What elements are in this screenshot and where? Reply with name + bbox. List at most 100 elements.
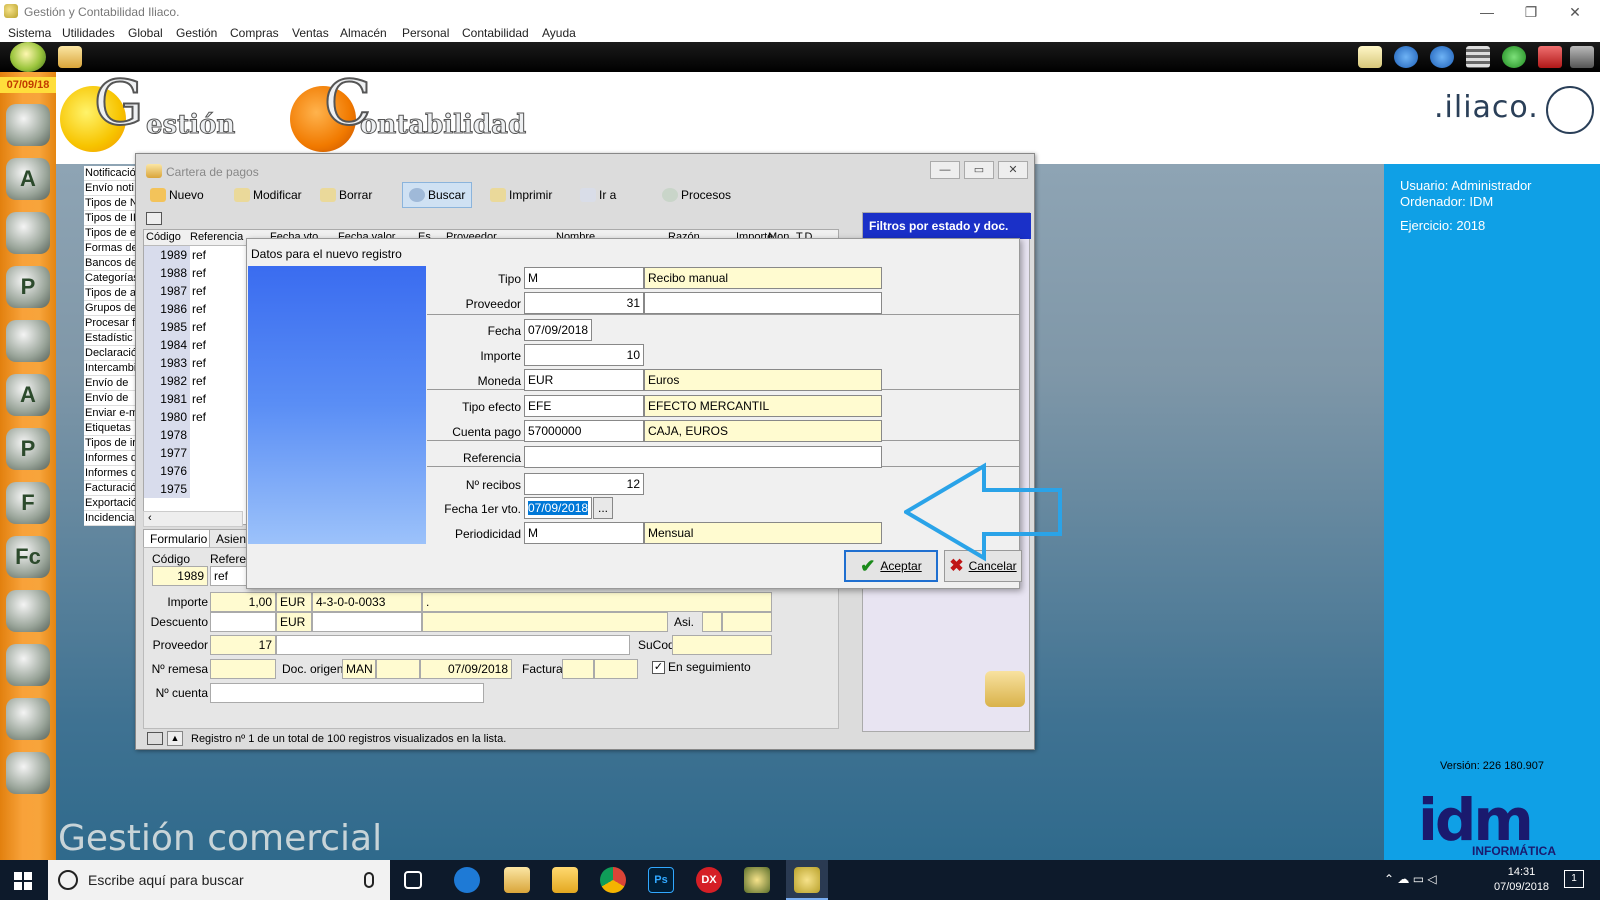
background-list-item[interactable]: Bancos de [84,256,136,271]
document-fc-icon[interactable]: Fc [6,536,50,578]
importe-field[interactable]: 1,00 [210,592,276,612]
document-f-icon[interactable]: F [6,482,50,524]
procesos-button[interactable]: Procesos [662,182,731,208]
restore-button[interactable]: ❐ [1508,2,1554,22]
background-list-item[interactable]: Incidencia [84,511,136,526]
menu-personal[interactable]: Personal [402,26,449,40]
cuenta-pago-field[interactable]: 57000000 [524,420,644,442]
codigo-field[interactable]: 1989 [152,566,208,586]
factura-field-2[interactable] [594,659,638,679]
ir-a-button[interactable]: Ir a [580,182,616,208]
menu-almacen[interactable]: Almacén [340,26,387,40]
background-list-item[interactable]: Tipos de ir [84,436,136,451]
periodicidad-field[interactable]: M [524,522,644,544]
background-list-item[interactable]: Estadístic [84,331,136,346]
person-icon[interactable] [6,212,50,254]
persons-icon[interactable] [6,320,50,362]
cartera-close-button[interactable]: ✕ [998,161,1028,179]
referencia-field[interactable]: ref [210,566,248,586]
background-list-item[interactable]: Envío de [84,376,136,391]
background-list-item[interactable]: Enviar e-m [84,406,136,421]
background-list-item[interactable]: Tipos de II [84,211,136,226]
contabilidad-app-icon[interactable] [744,867,770,893]
background-list-item[interactable]: Intercambi [84,361,136,376]
person-a-icon[interactable]: A [6,374,50,416]
buscar-button[interactable]: Buscar [402,182,473,208]
notebook-icon[interactable] [6,698,50,740]
fecha-vto-field[interactable]: 07/09/2018 [524,497,592,519]
catalog-a-icon[interactable]: A [6,158,50,200]
close-app-icon[interactable] [1538,46,1562,68]
menu-contabilidad[interactable]: Contabilidad [462,26,529,40]
scroll-left-icon[interactable]: ‹ [148,512,152,524]
minimize-button[interactable]: — [1464,2,1510,22]
asi-field-1[interactable] [702,612,722,632]
background-list-item[interactable]: Procesar f [84,316,136,331]
descuento-moneda-field[interactable]: EUR [276,612,312,632]
background-list-item[interactable]: Categorías [84,271,136,286]
proveedor-field[interactable]: 17 [210,635,276,655]
imprimir-button[interactable]: Imprimir [490,182,552,208]
mail-icon[interactable] [1358,46,1382,68]
horizontal-scrollbar[interactable]: ‹ [143,511,243,527]
background-list-item[interactable]: Informes d [84,466,136,481]
doc-origen-field[interactable]: MAN [342,659,376,679]
photoshop-icon[interactable]: Ps [648,867,674,893]
menu-compras[interactable]: Compras [230,26,279,40]
windows-start-icon[interactable] [14,872,32,890]
back-arrow-icon[interactable] [1394,46,1418,68]
background-list-item[interactable]: Tipos de e [84,226,136,241]
factura-field-1[interactable] [562,659,594,679]
help-icon[interactable] [1502,46,1526,68]
shopping-bag-green-icon[interactable] [6,590,50,632]
folder-icon[interactable] [58,46,82,68]
status-options-icon[interactable] [147,732,163,745]
recibos-field[interactable]: 12 [524,473,644,495]
document-p-icon[interactable]: P [6,428,50,470]
list-icon[interactable] [1466,46,1490,68]
tipo-field[interactable]: M [524,267,644,289]
background-list-item[interactable]: Etiquetas [84,421,136,436]
person-p-icon[interactable]: P [6,266,50,308]
descuento-field[interactable] [210,612,276,632]
menu-utilidades[interactable]: Utilidades [62,26,115,40]
tab-formulario[interactable]: Formulario [143,529,215,548]
cuenta-field[interactable]: 4-3-0-0-0033 [312,592,422,612]
tools-icon[interactable] [1570,46,1594,68]
mail-app-icon[interactable] [504,867,530,893]
borrar-button[interactable]: Borrar [320,182,372,208]
tipo-efecto-field[interactable]: EFE [524,395,644,417]
menu-gestion[interactable]: Gestión [176,26,217,40]
col-referencia[interactable]: Referencia [190,231,243,243]
gestion-app-taskbar-item[interactable] [786,860,828,900]
forward-arrow-icon[interactable] [1430,46,1454,68]
background-list-item[interactable]: Formas de [84,241,136,256]
background-list-item[interactable]: Tipos de N [84,196,136,211]
date-picker-button[interactable]: ... [593,497,613,519]
proveedor-field[interactable]: 31 [524,292,644,314]
background-list-item[interactable]: Notificació [84,166,136,181]
task-view-icon[interactable] [404,871,422,889]
collapse-up-icon[interactable]: ▲ [167,731,183,746]
background-list-item[interactable]: Informes d [84,451,136,466]
background-list-item[interactable]: Envío noti [84,181,136,196]
doc-fecha-field[interactable]: 07/09/2018 [420,659,512,679]
cartera-maximize-button[interactable]: ▭ [964,161,994,179]
notification-center-icon[interactable]: 1 [1564,870,1584,888]
home-globe-icon[interactable] [10,42,46,72]
taskbar-clock[interactable]: 14:31 07/09/2018 [1494,865,1549,895]
col-codigo[interactable]: Código [146,231,181,243]
dx-app-icon[interactable]: DX [696,867,722,893]
descuento-cuenta-field[interactable] [312,612,422,632]
close-button[interactable]: ✕ [1552,2,1598,22]
cartera-minimize-button[interactable]: — [930,161,960,179]
background-list-item[interactable]: Declaració [84,346,136,361]
background-list-item[interactable]: Exportació [84,496,136,511]
users-icon[interactable] [6,104,50,146]
modificar-button[interactable]: Modificar [234,182,302,208]
taskbar-search-box[interactable]: Escribe aquí para buscar [48,860,390,900]
background-list-item[interactable]: Tipos de a [84,286,136,301]
edge-icon[interactable] [454,867,480,893]
grid-options-icon[interactable] [146,212,162,225]
file-explorer-icon[interactable] [552,867,578,893]
